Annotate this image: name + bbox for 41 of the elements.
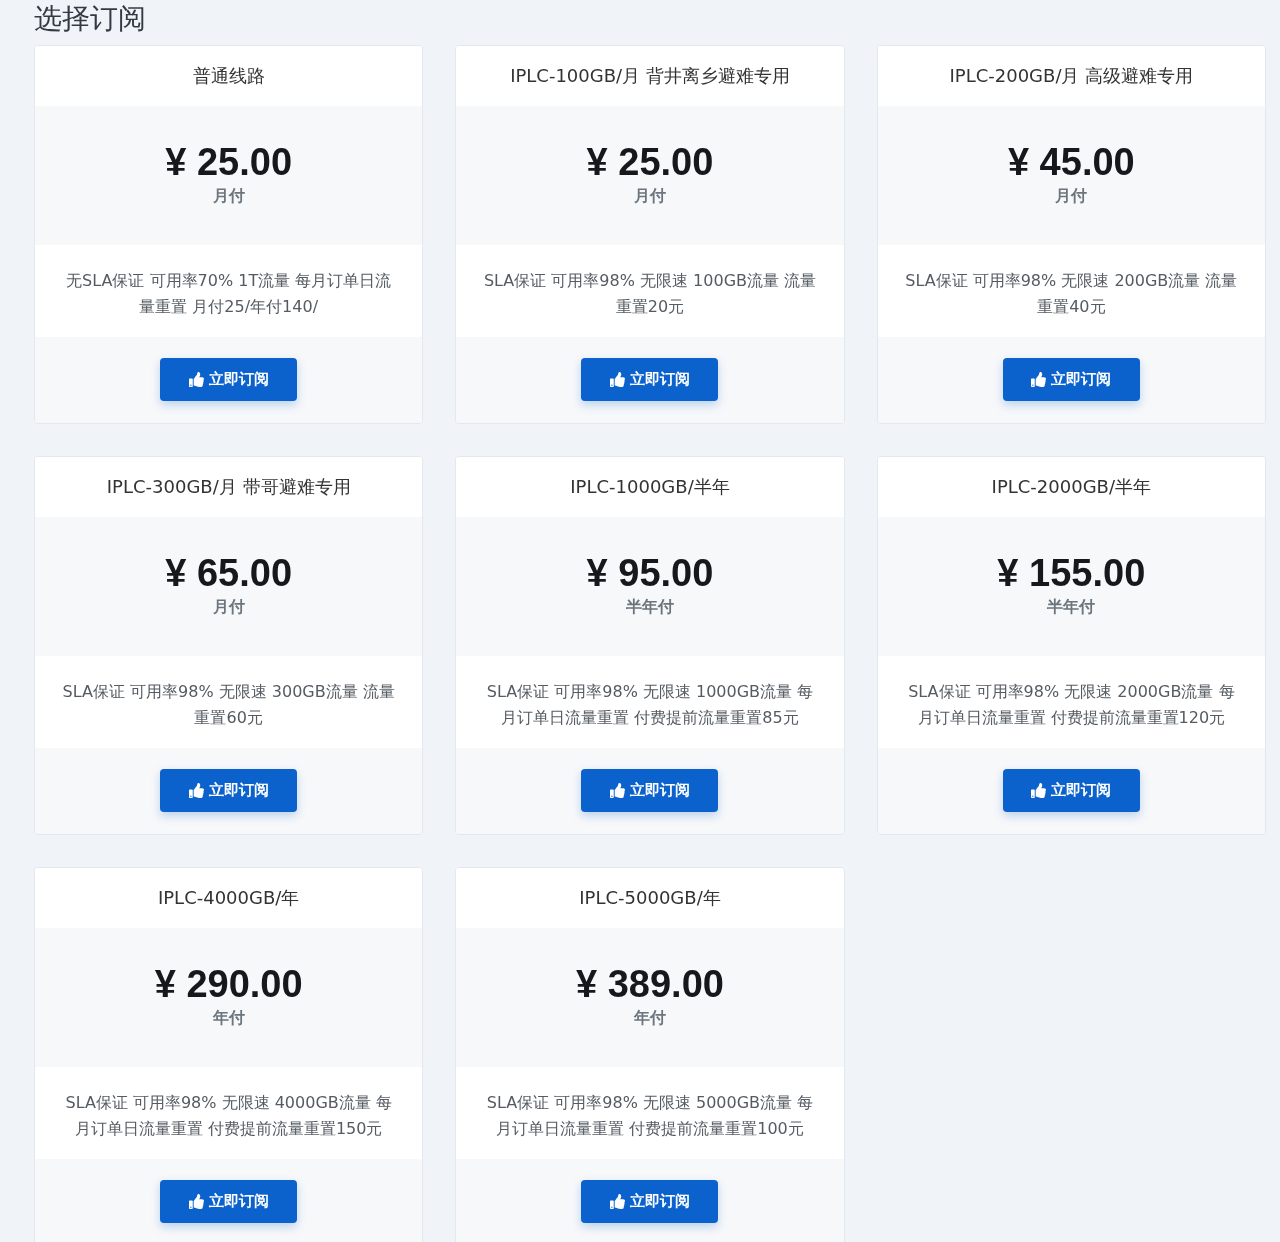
subscribe-button[interactable]: 立即订阅 [581, 1180, 719, 1223]
plan-description: SLA保证 可用率98% 无限速 1000GB流量 每月订单日流量重置 付费提前流量重置85元 [485, 681, 815, 729]
billing-period: 月付 [634, 185, 666, 207]
thumbs-up-icon [188, 1194, 204, 1209]
thumbs-up-icon [610, 783, 625, 798]
plan-description: SLA保证 可用率98% 无限速 300GB流量 流量重置60元 [61, 681, 396, 729]
plan-price: ¥ 65.00 [165, 551, 293, 595]
plan-price: ¥ 95.00 [586, 551, 714, 595]
plan-description: SLA保证 可用率98% 无限速 100GB流量 流量重置20元 [482, 270, 818, 318]
thumbs-up-icon [610, 1194, 625, 1209]
subscribe-button[interactable]: 立即订阅 [160, 1180, 298, 1223]
subscribe-button[interactable]: 立即订阅 [160, 358, 298, 401]
subscribe-button[interactable]: 立即订阅 [1002, 358, 1140, 401]
billing-period: 月付 [1055, 185, 1088, 207]
plan-price: ¥ 25.00 [586, 140, 714, 184]
subscribe-button[interactable]: 立即订阅 [1002, 769, 1140, 812]
subscribe-button[interactable]: 立即订阅 [581, 769, 719, 812]
plan-price: ¥ 25.00 [165, 140, 293, 184]
billing-period: 月付 [212, 596, 245, 618]
plan-description: SLA保证 可用率98% 无限速 200GB流量 流量重置40元 [904, 270, 1239, 318]
subscribe-button[interactable]: 立即订阅 [160, 769, 298, 812]
subscribe-button[interactable]: 立即订阅 [581, 358, 719, 401]
plan-price: ¥ 290.00 [154, 962, 303, 1006]
billing-period: 半年付 [1047, 596, 1096, 618]
thumbs-up-icon [1031, 372, 1047, 387]
thumbs-up-icon [610, 372, 625, 387]
plan-price: ¥ 389.00 [576, 962, 724, 1006]
plan-price: ¥ 155.00 [997, 551, 1146, 595]
billing-period: 年付 [634, 1007, 666, 1029]
plan-description: 无SLA保证 可用率70% 1T流量 每月订单日流量重置 月付25/年付140/ [65, 270, 393, 318]
thumbs-up-icon [188, 372, 204, 387]
plan-description: SLA保证 可用率98% 无限速 5000GB流量 每月订单日流量重置 付费提前流量重置100元 [485, 1092, 815, 1140]
plan-description: SLA保证 可用率98% 无限速 2000GB流量 每月订单日流量重置 付费提前流量重置120元 [907, 681, 1236, 729]
plan-price: ¥ 45.00 [1007, 140, 1135, 184]
plan-description: SLA保证 可用率98% 无限速 4000GB流量 每月订单日流量重置 付费提前流量重置150元 [64, 1092, 393, 1140]
billing-period: 半年付 [626, 596, 674, 618]
billing-period: 年付 [212, 1007, 245, 1029]
page-title: 选择订阅 [34, 1, 146, 36]
thumbs-up-icon [1031, 783, 1047, 798]
thumbs-up-icon [188, 783, 204, 798]
billing-period: 月付 [212, 185, 245, 207]
